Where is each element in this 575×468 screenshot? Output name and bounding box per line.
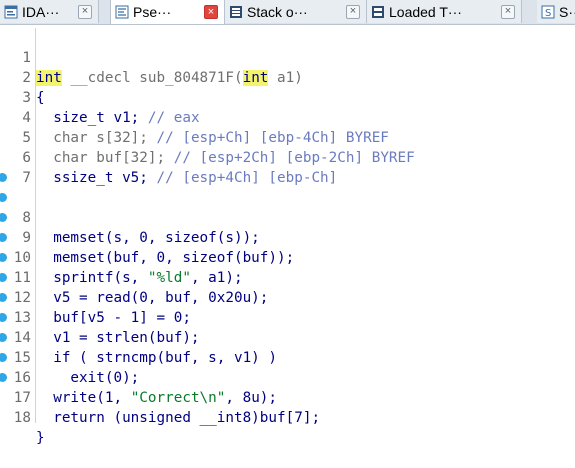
code-line[interactable]: 1 int __cdecl sub_804871F(int a1) (0, 28, 575, 86)
tab-label: Pse··· (133, 4, 172, 20)
code-line[interactable]: 10 sprintf(s, "%ld", a1); (0, 208, 575, 286)
code-line[interactable]: 15 exit(0); (0, 308, 575, 386)
strings-icon: S (541, 5, 555, 19)
code-line[interactable]: 9 memset(buf, 0, sizeof(buf)); (0, 188, 575, 266)
breakpoint-dot-icon[interactable] (0, 353, 7, 362)
code-line[interactable]: 3 size_t v1; // eax (0, 68, 575, 126)
tab-strings[interactable]: S S··· (537, 0, 575, 23)
stack-frame-icon (230, 5, 242, 18)
close-icon[interactable]: × (346, 4, 360, 19)
code-line[interactable]: 4 char s[32]; // [esp+Ch] [ebp-4Ch] BYRE… (0, 88, 575, 146)
tab-ida-view[interactable]: IDA··· × (0, 0, 99, 23)
breakpoint-dot-icon[interactable] (0, 293, 7, 302)
code-line[interactable]: 7 (0, 148, 575, 186)
code-line[interactable]: 6 ssize_t v5; // [esp+4Ch] [ebp-Ch] (0, 128, 575, 186)
breakpoint-dot-icon[interactable] (0, 373, 7, 382)
code-line[interactable]: 16 write(1, "Correct\n", 8u); (0, 328, 575, 406)
code-text[interactable]: return (unsigned __int8)buf[7]; (36, 408, 320, 428)
tab-bar: IDA··· × Pse··· × Stack o··· × Loaded T·… (0, 0, 575, 25)
tab-label: IDA··· (22, 3, 60, 20)
code-text[interactable]: } (36, 428, 45, 448)
line-number: 18 (13, 410, 31, 426)
breakpoint-dot-icon[interactable] (0, 333, 7, 342)
breakpoint-dot-icon[interactable] (0, 173, 7, 182)
close-icon[interactable]: × (78, 4, 92, 19)
breakpoint-dot-icon[interactable] (0, 233, 7, 242)
tab-loaded-types[interactable]: Loaded T··· × (367, 0, 522, 23)
code-line[interactable]: 5 char buf[32]; // [esp+2Ch] [ebp-2Ch] B… (0, 108, 575, 166)
code-line[interactable]: 18 } (0, 368, 575, 446)
pseudocode-view[interactable]: 1 int __cdecl sub_804871F(int a1) 2 { 3 … (0, 28, 575, 446)
code-line[interactable]: 17 return (unsigned __int8)buf[7]; (0, 348, 575, 426)
code-line[interactable]: 14 if ( strncmp(buf, s, v1) ) (0, 288, 575, 366)
tab-pseudocode[interactable]: Pse··· × (110, 0, 225, 24)
tab-label: Stack o··· (247, 3, 308, 20)
breakpoint-dot-icon[interactable] (0, 213, 7, 222)
string-literal[interactable]: "Correct\n" (131, 390, 226, 406)
breakpoint-dot-icon[interactable] (0, 193, 7, 202)
close-icon[interactable]: × (501, 4, 515, 19)
tab-label: S··· (559, 3, 575, 20)
code-line[interactable]: 11 v5 = read(0, buf, 0x20u); (0, 228, 575, 306)
code-text[interactable]: write(1, "Correct\n", 8u); (36, 388, 277, 408)
pseudocode-icon (115, 5, 129, 19)
code-line[interactable]: 2 { (0, 48, 575, 106)
code-fragment[interactable]: , 8u); (225, 390, 277, 406)
svg-text:S: S (545, 8, 551, 19)
tab-stack-of[interactable]: Stack o··· × (225, 0, 367, 23)
breakpoint-dot-icon[interactable] (0, 253, 7, 262)
close-icon[interactable]: × (204, 5, 218, 19)
loaded-types-icon (372, 5, 384, 18)
code-fragment[interactable]: write(1, (36, 390, 131, 406)
code-line[interactable]: 13 v1 = strlen(buf); (0, 268, 575, 346)
ida-view-icon (4, 5, 18, 18)
code-line[interactable]: 8 memset(s, 0, sizeof(s)); (0, 168, 575, 246)
code-line[interactable]: 12 buf[v5 - 1] = 0; (0, 248, 575, 326)
breakpoint-dot-icon[interactable] (0, 273, 7, 282)
breakpoint-dot-icon[interactable] (0, 313, 7, 322)
tab-label: Loaded T··· (389, 3, 462, 20)
